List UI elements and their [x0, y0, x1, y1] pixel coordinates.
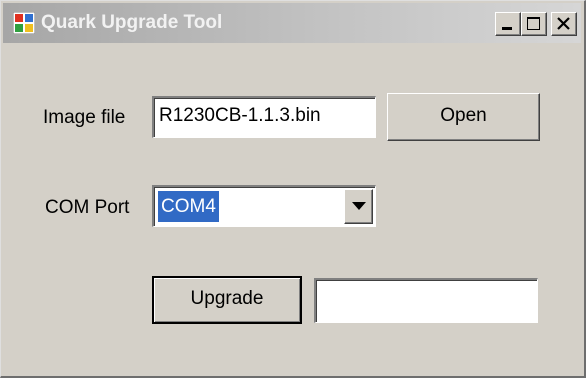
- com-port-select[interactable]: COM4: [152, 185, 376, 227]
- close-button[interactable]: [551, 12, 577, 36]
- title-bar[interactable]: Quark Upgrade Tool: [3, 3, 581, 43]
- maximize-icon: [527, 17, 540, 30]
- com-port-selected-value: COM4: [158, 191, 219, 222]
- upgrade-button[interactable]: Upgrade: [152, 276, 302, 324]
- com-port-dropdown-button[interactable]: [344, 189, 373, 224]
- maximize-button[interactable]: [521, 12, 547, 36]
- close-icon: [557, 17, 570, 30]
- image-file-value: R1230CB-1.1.3.bin: [159, 105, 321, 126]
- com-port-label: COM Port: [45, 197, 130, 218]
- open-button[interactable]: Open: [387, 93, 540, 141]
- app-icon: [13, 12, 35, 34]
- image-file-label: Image file: [43, 107, 126, 128]
- upgrade-status-field: [314, 278, 538, 323]
- window-title: Quark Upgrade Tool: [41, 12, 223, 33]
- app-window: Quark Upgrade Tool Image file R1230CB-1.…: [0, 0, 586, 378]
- minimize-button[interactable]: [495, 12, 521, 36]
- dropdown-arrow-icon: [352, 202, 366, 210]
- minimize-icon: [502, 27, 512, 30]
- image-file-field[interactable]: R1230CB-1.1.3.bin: [152, 96, 376, 138]
